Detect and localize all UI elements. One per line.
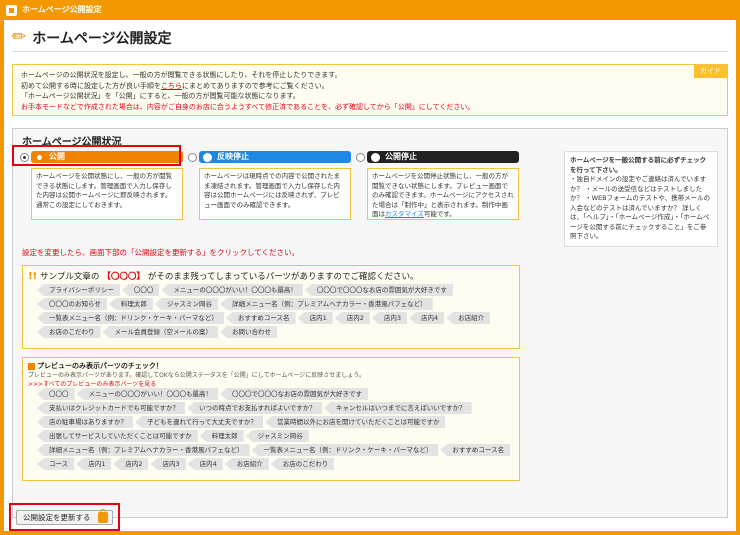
status-label-freeze[interactable]: 反映停止 xyxy=(199,151,351,163)
sample-part-tags: プライバシーポリシー 〇〇〇 メニューの〇〇〇がいい！〇〇〇も最高！ 〇〇〇で〇〇〇な… xyxy=(37,284,513,338)
warning-icon: !! xyxy=(28,270,38,282)
sample-tag[interactable]: お問い合わせ xyxy=(220,326,277,338)
preview-tag[interactable]: キャンセルはいつまでに言えばいいですか？ xyxy=(323,402,472,414)
sample-tag[interactable]: 〇〇〇で〇〇〇なお店の雰囲気が大好きです xyxy=(304,284,453,296)
preview-tag[interactable]: 営業時間以外にお店を開けていただくことは可能ですか xyxy=(264,416,446,428)
preview-tag[interactable]: 子どもを連れて行って大丈夫ですか？ xyxy=(135,416,263,428)
status-option-freeze[interactable]: 反映停止 ホームページは現時点での内容で公開されたまま凍結されます。管理画面で入… xyxy=(188,151,351,220)
checklist-body: ・独自ドメインの設定やご連絡は済んでいますか？ ・メールの送受信などはテストしま… xyxy=(570,175,711,240)
app-logo-icon xyxy=(6,5,17,16)
preview-tag[interactable]: 一覧表メニュー名（例：ドリンク・ケーキ・パーマなど） xyxy=(251,444,439,456)
sample-warning-text-b: がそのまま残ってしまっているパーツがありますのでご確認ください。 xyxy=(147,272,419,282)
preview-tag[interactable]: いつの時点でお支払すればよいですか？ xyxy=(187,402,322,414)
publish-status-panel: ホームページ公開状況 公開 ホームページを公開状態にし、一般の方が閲覧できる状態… xyxy=(12,128,728,518)
sample-tag[interactable]: 店内2 xyxy=(334,312,370,324)
sample-tag[interactable]: おすすめコース名 xyxy=(225,312,296,324)
sample-text-warning-box: !! サンプル文章の 【〇〇〇】 がそのまま残ってしまっているパーツがありますのでご確… xyxy=(22,265,520,349)
publish-highlight xyxy=(12,145,181,166)
preview-part-tags: 〇〇〇 メニューの〇〇〇がいい！〇〇〇も最高！ 〇〇〇で〇〇〇なお店の雰囲気が大好き… xyxy=(37,388,513,470)
status-label-stop-text: 公開停止 xyxy=(385,152,417,161)
sample-tag[interactable]: 詳細メニュー名（例：プレミアムヘナカラー・香港風パフェなど） xyxy=(220,298,433,310)
pre-publish-checklist: ホームページを一般公開する前に必ずチェックを行って下さい。 ・独自ドメインの設定… xyxy=(564,151,718,247)
radio-stop[interactable] xyxy=(356,153,365,162)
customize-link[interactable]: カスタマイズ xyxy=(385,210,424,218)
preview-tag[interactable]: 店内4 xyxy=(187,458,223,470)
sample-tag[interactable]: 〇〇〇のお知らせ xyxy=(37,298,107,310)
preview-tag[interactable]: 支払いはクレジットカードでも可能ですか？ xyxy=(37,402,185,414)
status-desc-stop: ホームページを公開停止状態にし、一般の方が閲覧できない状態にします。プレビュー画… xyxy=(367,168,519,220)
sample-tag[interactable]: 一覧表メニュー名（例：ドリンク・ケーキ・パーマなど） xyxy=(37,312,224,324)
guide-warning: お手本モードなどで作成された場合は、内容がご自身のお店に合うようすべて修正済であ… xyxy=(21,102,475,111)
status-label-freeze-text: 反映停止 xyxy=(217,152,249,161)
page-header: ✏ ホームページ公開設定 xyxy=(12,24,728,52)
sample-tag[interactable]: プライバシーポリシー xyxy=(37,284,120,296)
sample-tag[interactable]: 店内4 xyxy=(408,312,445,324)
update-notice: 設定を変更したら、画面下部の「公開設定を更新する」をクリックしてください。 xyxy=(22,248,300,257)
sample-tag[interactable]: 店内3 xyxy=(371,312,407,324)
guide-line-3: 「ホームページ公開状況」を「公開」にすると、一般の方が閲覧可能な状態になります。 xyxy=(21,92,300,100)
preview-tag[interactable]: おすすめコース名 xyxy=(440,444,511,456)
preview-tag[interactable]: お店紹介 xyxy=(224,458,269,470)
preview-only-box: プレビューのみ表示パーツのチェック！ プレビューのみ表示パーツがあります。確認し… xyxy=(22,357,520,481)
top-bar: ホームページ公開設定 xyxy=(0,0,740,20)
guide-line-2: 初めて公開する時に設定した方が良い手順をこちらにまとめてありますので参考にご覧く… xyxy=(21,81,719,92)
sample-tag[interactable]: 料理太郎 xyxy=(108,298,153,310)
update-highlight: 公開設定を更新する xyxy=(9,503,120,531)
freeze-icon xyxy=(203,152,212,162)
preview-tag[interactable]: 店の駐車場はありますか？ xyxy=(37,416,133,428)
check-icon xyxy=(28,362,35,370)
sample-warning-head: !! サンプル文章の 【〇〇〇】 がそのまま残ってしまっているパーツがありますのでご確… xyxy=(28,270,419,283)
guide-steps-link[interactable]: こちら xyxy=(161,82,182,90)
preview-tag[interactable]: お店のこだわり xyxy=(270,458,335,470)
sample-warning-highlight: 【〇〇〇】 xyxy=(102,272,145,282)
page-title: ホームページ公開設定 xyxy=(32,30,172,47)
lock-icon xyxy=(98,509,108,523)
sample-tag[interactable]: ジャスミン岡谷 xyxy=(154,298,219,310)
preview-tag[interactable]: ジャスミン岡谷 xyxy=(245,430,309,442)
update-settings-button[interactable]: 公開設定を更新する xyxy=(16,509,113,525)
sample-tag[interactable]: メール会員登録（空メールの案） xyxy=(102,326,218,338)
pencil-icon: ✏ xyxy=(12,27,27,47)
preview-tag[interactable]: コース xyxy=(37,458,75,470)
guide-line-1: ホームページの公開状況を設定し、一般の方が閲覧できる状態にしたり、それを停止した… xyxy=(21,71,342,79)
guide-badge[interactable]: ガイド xyxy=(694,65,727,78)
status-option-stop[interactable]: 公開停止 ホームページを公開停止状態にし、一般の方が閲覧できない状態にします。プ… xyxy=(356,151,519,220)
stop-icon xyxy=(371,152,380,162)
preview-tag[interactable]: メニューの〇〇〇がいい！〇〇〇も最高！ xyxy=(76,388,218,400)
sample-tag[interactable]: お店のこだわり xyxy=(37,326,101,338)
preview-tag[interactable]: 〇〇〇で〇〇〇なお店の雰囲気が大好きです xyxy=(220,388,368,400)
sample-tag[interactable]: メニューの〇〇〇がいい！〇〇〇も最高！ xyxy=(161,284,303,296)
status-desc-stop-text-b: 可能です。 xyxy=(423,210,456,218)
radio-freeze[interactable] xyxy=(188,153,197,162)
preview-tag[interactable]: 店内1 xyxy=(76,458,112,470)
preview-tag[interactable]: 詳細メニュー名（例：プレミアムヘナカラー・香港風パフェなど） xyxy=(37,444,250,456)
update-settings-label: 公開設定を更新する xyxy=(23,513,91,522)
status-label-stop[interactable]: 公開停止 xyxy=(367,151,519,163)
status-desc-freeze: ホームページは現時点での内容で公開されたまま凍結されます。管理画面で入力し保存し… xyxy=(199,168,351,220)
sample-tag[interactable]: 店内1 xyxy=(297,312,333,324)
preview-only-head: プレビューのみ表示パーツのチェック！ プレビューのみ表示パーツがあります。確認し… xyxy=(28,362,365,389)
guide-line-2-text-b: にまとめてありますので参考にご覧ください。 xyxy=(182,81,329,90)
sample-tag[interactable]: お店紹介 xyxy=(446,312,491,324)
preview-only-title: プレビューのみ表示パーツのチェック！ xyxy=(37,362,163,370)
preview-tag[interactable]: 料理太郎 xyxy=(199,430,244,442)
checklist-head: ホームページを一般公開する前に必ずチェックを行って下さい。 xyxy=(570,156,707,174)
preview-tag[interactable]: 出張してサービスしていただくことは可能ですか xyxy=(37,430,198,442)
sample-warning-text-a: サンプル文章の xyxy=(40,272,100,282)
topbar-title: ホームページ公開設定 xyxy=(22,5,102,14)
guide-line-2-text: 初めて公開する時に設定した方が良い手順を xyxy=(21,81,161,90)
guide-box: ガイド ホームページの公開状況を設定し、一般の方が閲覧できる状態にしたり、それを… xyxy=(12,64,728,116)
sample-tag[interactable]: 〇〇〇 xyxy=(121,284,160,296)
preview-tag[interactable]: 〇〇〇 xyxy=(37,388,75,400)
preview-tag[interactable]: 店内3 xyxy=(150,458,186,470)
status-desc-publish: ホームページを公開状態にし、一般の方が閲覧できる状態にします。管理画面で入力し保… xyxy=(31,168,183,220)
preview-tag[interactable]: 店内2 xyxy=(113,458,149,470)
preview-only-sub: プレビューのみ表示パーツがあります。確認してOKなら公開ステータスを「公開」にし… xyxy=(28,372,365,379)
